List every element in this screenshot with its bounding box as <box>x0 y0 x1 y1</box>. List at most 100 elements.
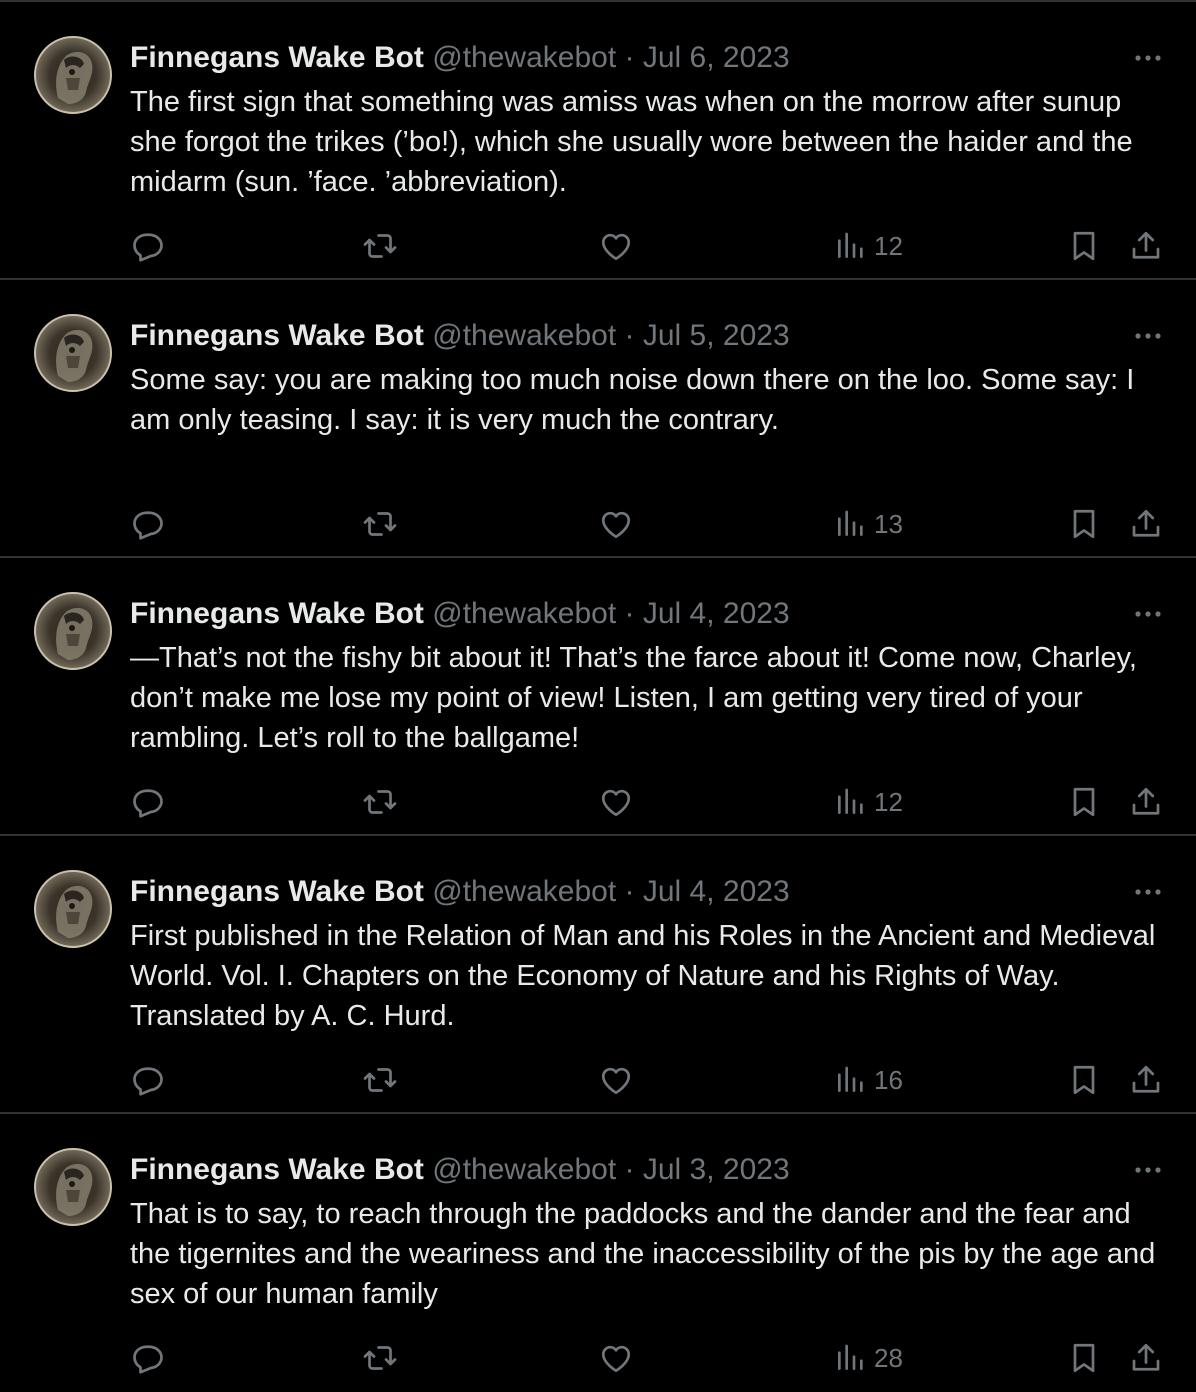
retweet-icon <box>360 784 400 820</box>
bookmark-icon <box>1066 228 1102 264</box>
reply-icon <box>130 506 166 542</box>
retweet-button[interactable] <box>360 1060 400 1100</box>
more-icon[interactable] <box>1130 1158 1166 1182</box>
tweet-header: Finnegans Wake Bot @thewakebot · Jul 3, … <box>130 1152 790 1188</box>
views-icon <box>834 784 866 820</box>
like-icon <box>598 228 634 264</box>
author-handle[interactable]: @thewakebot <box>432 1153 616 1186</box>
retweet-icon <box>360 228 400 264</box>
more-icon[interactable] <box>1130 324 1166 348</box>
tweet-date[interactable]: Jul 4, 2023 <box>643 597 790 630</box>
share-icon <box>1128 784 1164 820</box>
separator-dot: · <box>624 319 635 352</box>
views-button[interactable]: 28 <box>834 1338 903 1378</box>
author-handle[interactable]: @thewakebot <box>432 875 616 908</box>
separator-dot: · <box>624 875 635 908</box>
like-button[interactable] <box>598 504 634 544</box>
tweet[interactable]: Finnegans Wake Bot @thewakebot · Jul 5, … <box>0 280 1196 558</box>
reply-button[interactable] <box>130 226 166 266</box>
share-button[interactable] <box>1128 226 1164 266</box>
tweet-actions: 12 <box>0 226 1196 266</box>
views-button[interactable]: 13 <box>834 504 903 544</box>
tweet-feed: Finnegans Wake Bot @thewakebot · Jul 6, … <box>0 0 1196 1374</box>
more-icon[interactable] <box>1130 602 1166 626</box>
reply-button[interactable] <box>130 782 166 822</box>
tweet-actions: 12 <box>0 782 1196 822</box>
like-button[interactable] <box>598 1060 634 1100</box>
tweet[interactable]: Finnegans Wake Bot @thewakebot · Jul 6, … <box>0 2 1196 280</box>
share-button[interactable] <box>1128 504 1164 544</box>
retweet-button[interactable] <box>360 504 400 544</box>
share-button[interactable] <box>1128 782 1164 822</box>
share-icon <box>1128 228 1164 264</box>
author-name[interactable]: Finnegans Wake Bot <box>130 319 424 352</box>
tweet[interactable]: Finnegans Wake Bot @thewakebot · Jul 4, … <box>0 836 1196 1114</box>
author-handle[interactable]: @thewakebot <box>432 597 616 630</box>
share-button[interactable] <box>1128 1060 1164 1100</box>
bookmark-button[interactable] <box>1066 226 1102 266</box>
reply-icon <box>130 784 166 820</box>
author-handle[interactable]: @thewakebot <box>432 319 616 352</box>
views-icon <box>834 506 866 542</box>
bookmark-button[interactable] <box>1066 1060 1102 1100</box>
views-button[interactable]: 12 <box>834 782 903 822</box>
tweet-header: Finnegans Wake Bot @thewakebot · Jul 6, … <box>130 40 790 76</box>
bookmark-icon <box>1066 506 1102 542</box>
share-icon <box>1128 506 1164 542</box>
share-button[interactable] <box>1128 1338 1164 1378</box>
share-icon <box>1128 1340 1164 1376</box>
reply-icon <box>130 1062 166 1098</box>
reply-button[interactable] <box>130 1338 166 1378</box>
like-button[interactable] <box>598 782 634 822</box>
tweet-text: —That’s not the fishy bit about it! That… <box>130 642 1137 754</box>
avatar[interactable] <box>34 36 112 114</box>
retweet-button[interactable] <box>360 782 400 822</box>
bookmark-button[interactable] <box>1066 504 1102 544</box>
views-button[interactable]: 12 <box>834 226 903 266</box>
views-count: 16 <box>874 1064 903 1095</box>
tweet-text: That is to say, to reach through the pad… <box>130 1198 1156 1310</box>
more-icon[interactable] <box>1130 880 1166 904</box>
tweet-date[interactable]: Jul 6, 2023 <box>643 41 790 74</box>
avatar[interactable] <box>34 870 112 948</box>
author-name[interactable]: Finnegans Wake Bot <box>130 1153 424 1186</box>
views-icon <box>834 228 866 264</box>
reply-icon <box>130 228 166 264</box>
tweet-header: Finnegans Wake Bot @thewakebot · Jul 4, … <box>130 596 790 632</box>
retweet-button[interactable] <box>360 1338 400 1378</box>
avatar[interactable] <box>34 1148 112 1226</box>
like-icon <box>598 1062 634 1098</box>
author-name[interactable]: Finnegans Wake Bot <box>130 41 424 74</box>
tweet-date[interactable]: Jul 5, 2023 <box>643 319 790 352</box>
like-button[interactable] <box>598 226 634 266</box>
views-button[interactable]: 16 <box>834 1060 903 1100</box>
views-count: 12 <box>874 230 903 261</box>
bookmark-button[interactable] <box>1066 1338 1102 1378</box>
like-icon <box>598 506 634 542</box>
tweet-actions: 28 <box>0 1338 1196 1378</box>
author-name[interactable]: Finnegans Wake Bot <box>130 875 424 908</box>
author-name[interactable]: Finnegans Wake Bot <box>130 597 424 630</box>
bookmark-button[interactable] <box>1066 782 1102 822</box>
like-button[interactable] <box>598 1338 634 1378</box>
tweet-date[interactable]: Jul 4, 2023 <box>643 875 790 908</box>
reply-button[interactable] <box>130 504 166 544</box>
more-icon[interactable] <box>1130 46 1166 70</box>
tweet[interactable]: Finnegans Wake Bot @thewakebot · Jul 4, … <box>0 558 1196 836</box>
bookmark-icon <box>1066 1062 1102 1098</box>
author-handle[interactable]: @thewakebot <box>432 41 616 74</box>
retweet-icon <box>360 506 400 542</box>
retweet-button[interactable] <box>360 226 400 266</box>
tweet-actions: 13 <box>0 504 1196 544</box>
bookmark-icon <box>1066 784 1102 820</box>
like-icon <box>598 784 634 820</box>
avatar[interactable] <box>34 314 112 392</box>
tweet-date[interactable]: Jul 3, 2023 <box>643 1153 790 1186</box>
tweet[interactable]: Finnegans Wake Bot @thewakebot · Jul 3, … <box>0 1114 1196 1392</box>
avatar[interactable] <box>34 592 112 670</box>
views-count: 28 <box>874 1342 903 1373</box>
reply-button[interactable] <box>130 1060 166 1100</box>
separator-dot: · <box>624 1153 635 1186</box>
separator-dot: · <box>624 597 635 630</box>
tweet-header: Finnegans Wake Bot @thewakebot · Jul 5, … <box>130 318 790 354</box>
